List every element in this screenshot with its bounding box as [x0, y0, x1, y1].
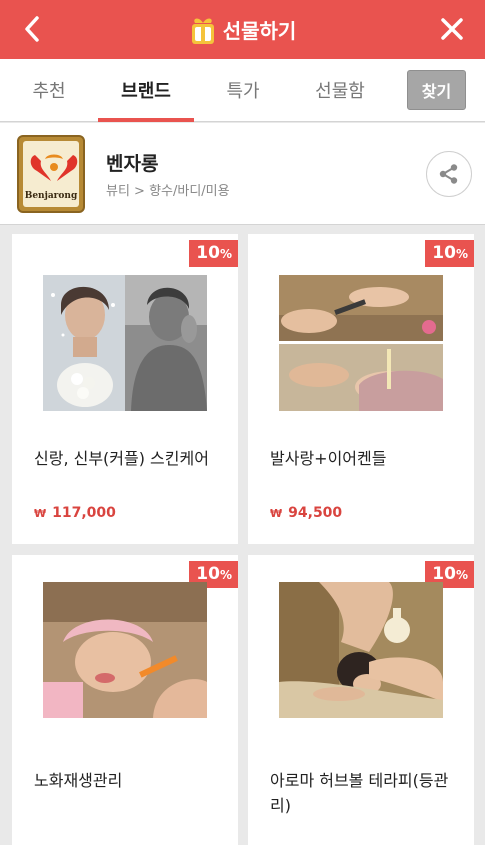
brand-logo-text: Benjarong [24, 191, 78, 201]
product-card[interactable]: 10% 아로마 허브볼 테라피(등관리) [248, 555, 474, 845]
page-title: 선물하기 [222, 19, 297, 43]
tab-recommend[interactable]: 추천 [14, 59, 84, 121]
product-price: ₩94,500 [270, 505, 343, 521]
product-name: 신랑, 신부(커플) 스킨케어 [34, 449, 209, 468]
product-name: 발사랑+이어켄들 [270, 449, 387, 468]
product-image [279, 275, 443, 411]
gift-icon [191, 17, 214, 44]
won-currency-icon: ₩ [270, 507, 283, 520]
product-price: ₩117,000 [34, 505, 116, 521]
discount-badge: 10% [189, 240, 238, 267]
find-button[interactable]: 찾기 [407, 70, 466, 110]
product-image [43, 582, 207, 718]
brand-category: 뷰티 > 향수/바디/미용 [106, 184, 230, 199]
close-button[interactable] [437, 14, 467, 44]
product-card[interactable]: 10% 신랑, 신부(커플) 스킨케어 ₩117,000 [12, 234, 238, 544]
chevron-left-icon [25, 16, 39, 42]
brand-heart-logo-icon [30, 154, 78, 181]
brand-header: Benjarong 벤자롱 뷰티 > 향수/바디/미용 [0, 123, 485, 225]
share-button[interactable] [426, 151, 472, 197]
back-button[interactable] [18, 12, 46, 46]
tab-gift-box[interactable]: 선물함 [300, 59, 380, 121]
brand-name: 벤자롱 [106, 153, 159, 175]
tab-bar: 추천 브랜드 특가 선물함 찾기 [0, 59, 485, 122]
close-icon [441, 18, 463, 40]
product-name: 노화재생관리 [34, 771, 123, 790]
product-name: 아로마 허브볼 테라피(등관리) [270, 771, 449, 815]
app-header: 선물하기 [0, 0, 485, 59]
product-card[interactable]: 10% 노화재생관리 [12, 555, 238, 845]
tab-brand[interactable]: 브랜드 [98, 59, 194, 122]
product-image [43, 275, 207, 411]
product-card[interactable]: 10% 발사랑+이어켄들 ₩94,500 [248, 234, 474, 544]
won-currency-icon: ₩ [34, 507, 47, 520]
share-icon [439, 164, 458, 184]
tab-special[interactable]: 특가 [207, 59, 279, 121]
discount-badge: 10% [425, 240, 474, 267]
product-image [279, 582, 443, 718]
brand-logo: Benjarong [17, 135, 85, 213]
